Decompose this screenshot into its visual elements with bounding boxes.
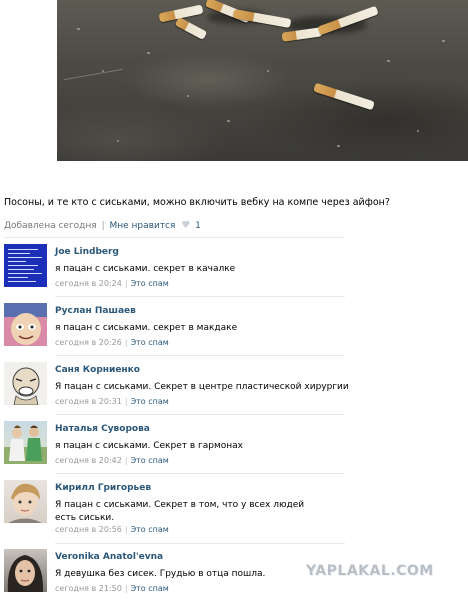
avatar[interactable] xyxy=(4,244,47,287)
comment-author[interactable]: Кирилл Григорьев xyxy=(55,483,151,493)
comment-author[interactable]: Veronika Anatol'evna xyxy=(55,552,163,562)
meta-separator: | xyxy=(101,221,105,231)
comment-text: Я пацан с сиськами. Секрет в центре плас… xyxy=(55,382,349,392)
comment-author[interactable]: Joe Lindberg xyxy=(55,247,119,257)
avatar[interactable] xyxy=(4,549,47,592)
comment-time[interactable]: сегодня в 20:56 xyxy=(55,525,122,534)
comment-author[interactable]: Саня Корниенко xyxy=(55,365,140,375)
spam-link[interactable]: Это спам xyxy=(131,338,169,347)
comment-time[interactable]: сегодня в 21:50 xyxy=(55,584,122,593)
divider xyxy=(4,237,344,238)
divider xyxy=(55,414,345,415)
like-button[interactable]: Мне нравится xyxy=(110,221,176,231)
comment-item: Наталья Суворова я пацан с сиськами. Сек… xyxy=(4,421,464,469)
divider xyxy=(55,543,345,544)
comment-text: я пацан с сиськами. секрет в качалке xyxy=(55,264,236,274)
comment-item: Кирилл Григорьев Я пацан с сиськами. Сек… xyxy=(4,480,464,540)
comment-text: Я пацан с сиськами. Секрет в том, что у … xyxy=(55,500,305,523)
avatar[interactable] xyxy=(4,303,47,346)
heart-icon[interactable]: ♥ xyxy=(181,220,190,231)
avatar[interactable] xyxy=(4,421,47,464)
divider xyxy=(55,355,345,356)
comment-author[interactable]: Руслан Пашаев xyxy=(55,306,136,316)
post-meta: Добавлена сегодня | Мне нравится ♥ 1 xyxy=(4,220,201,231)
spam-link[interactable]: Это спам xyxy=(131,279,169,288)
comment-time[interactable]: сегодня в 20:42 xyxy=(55,456,122,465)
comment-meta: сегодня в 20:42 | Это спам xyxy=(55,456,169,465)
comment-text: я пацан с сиськами. секрет в макдаке xyxy=(55,323,238,333)
divider xyxy=(55,296,345,297)
comment-meta: сегодня в 20:56 | Это спам xyxy=(55,525,169,534)
comment-item: Саня Корниенко Я пацан с сиськами. Секре… xyxy=(4,362,464,410)
spam-link[interactable]: Это спам xyxy=(131,456,169,465)
comment-item: Руслан Пашаев я пацан с сиськами. секрет… xyxy=(4,303,464,351)
post-photo[interactable] xyxy=(57,0,468,161)
post-date: Добавлена сегодня xyxy=(4,221,97,231)
divider xyxy=(55,473,345,474)
avatar[interactable] xyxy=(4,362,47,405)
comment-meta: сегодня в 20:24 | Это спам xyxy=(55,279,169,288)
spam-link[interactable]: Это спам xyxy=(131,525,169,534)
comment-meta: сегодня в 20:31 | Это спам xyxy=(55,397,169,406)
comment-item: Joe Lindberg я пацан с сиськами. секрет … xyxy=(4,244,464,292)
comment-meta: сегодня в 20:26 | Это спам xyxy=(55,338,169,347)
spam-link[interactable]: Это спам xyxy=(131,584,169,593)
like-count: 1 xyxy=(195,221,201,231)
comment-meta: сегодня в 21:50 | Это спам xyxy=(55,584,169,593)
post-text: Посоны, и те кто с сиськами, можно включ… xyxy=(4,197,390,208)
spam-link[interactable]: Это спам xyxy=(131,397,169,406)
comment-time[interactable]: сегодня в 20:31 xyxy=(55,397,122,406)
comment-time[interactable]: сегодня в 20:26 xyxy=(55,338,122,347)
avatar[interactable] xyxy=(4,480,47,523)
comment-text: я пацан с сиськами. Секрет в гармонах xyxy=(55,441,243,451)
watermark: YAPLAKAL.COM xyxy=(306,563,434,579)
comment-author[interactable]: Наталья Суворова xyxy=(55,424,150,434)
comment-text: Я девушка без сисек. Грудью в отца пошла… xyxy=(55,569,266,579)
comment-time[interactable]: сегодня в 20:24 xyxy=(55,279,122,288)
